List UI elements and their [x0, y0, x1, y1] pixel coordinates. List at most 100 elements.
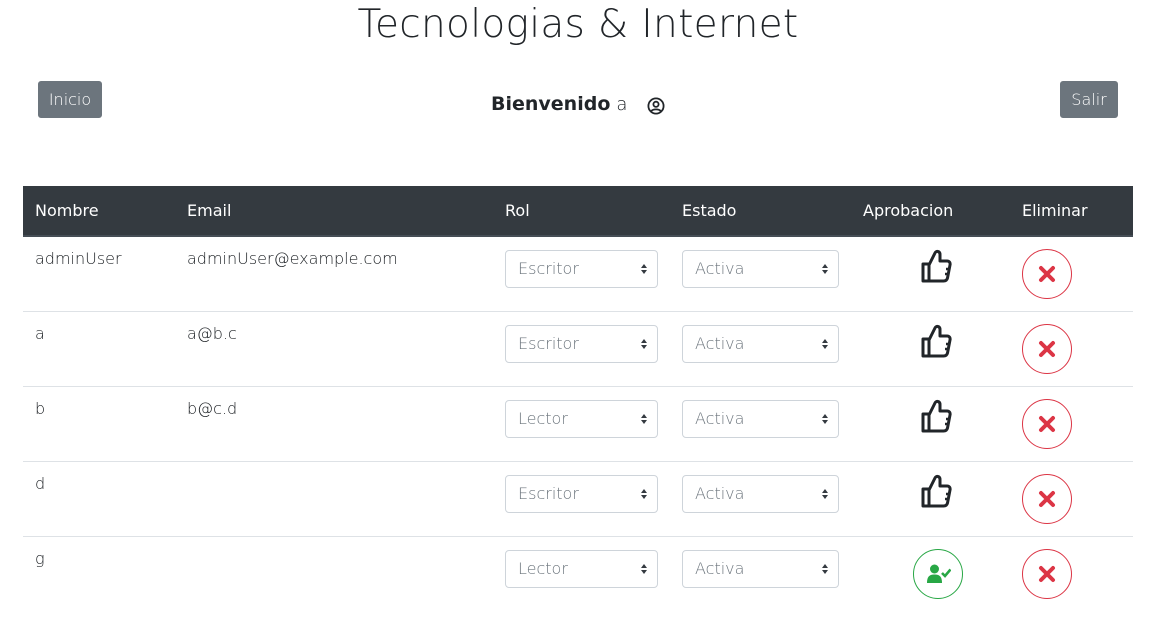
close-icon [1039, 266, 1055, 282]
role-select-value: Escritor [518, 483, 579, 503]
status-select[interactable]: Activa [682, 549, 839, 588]
column-header-aprobacion: Aprobacion [851, 186, 1010, 237]
cell-rol: Escritor [493, 310, 670, 386]
user-email: a@b.c [187, 323, 237, 343]
user-name: a [35, 323, 45, 343]
sort-arrows-icon [641, 338, 647, 349]
cell-email [175, 460, 493, 536]
status-select[interactable]: Activa [682, 399, 839, 438]
sort-arrows-icon [641, 413, 647, 424]
cell-eliminar [1010, 460, 1133, 536]
role-select[interactable]: Lector [505, 549, 658, 588]
sort-arrows-icon [822, 413, 828, 424]
cell-estado: Activa [670, 460, 851, 536]
user-email: b@c.d [187, 398, 238, 418]
cell-eliminar [1010, 310, 1133, 386]
status-select-value: Activa [695, 483, 745, 503]
role-select-value: Escritor [518, 259, 579, 278]
cell-estado: Activa [670, 535, 851, 611]
thumbs-up-icon[interactable] [919, 399, 953, 435]
cell-estado: Activa [670, 310, 851, 386]
cell-rol: Escritor [493, 236, 670, 311]
cell-estado: Activa [670, 385, 851, 461]
status-select-value: Activa [695, 333, 745, 353]
cell-rol: Lector [493, 535, 670, 611]
cell-aprobacion [851, 236, 1010, 311]
user-name: g [35, 548, 45, 568]
user-circle-icon[interactable] [647, 97, 665, 115]
cell-nombre: g [23, 535, 175, 611]
column-header-email: Email [175, 186, 493, 237]
cell-nombre: d [23, 460, 175, 536]
table-header-row: Nombre Email Rol Estado Aprobacion Elimi… [23, 186, 1133, 237]
delete-button[interactable] [1022, 323, 1072, 374]
cell-aprobacion [851, 535, 1010, 611]
sort-arrows-icon [822, 488, 828, 499]
delete-button[interactable] [1022, 398, 1072, 449]
column-header-rol: Rol [493, 186, 670, 237]
thumbs-up-icon[interactable] [919, 324, 953, 360]
role-select[interactable]: Lector [505, 399, 658, 438]
cell-eliminar [1010, 535, 1133, 611]
user-email: adminUser@example.com [187, 249, 398, 268]
logout-button[interactable]: Salir [1060, 81, 1118, 118]
table-row: adminUser adminUser@example.com Escritor… [23, 236, 1133, 311]
user-name: adminUser [35, 249, 122, 268]
sort-arrows-icon [641, 563, 647, 574]
status-select-value: Activa [695, 408, 745, 428]
role-select-value: Escritor [518, 333, 579, 353]
cell-aprobacion [851, 385, 1010, 461]
table-row: d Escritor Activa [23, 460, 1133, 536]
cell-nombre: b [23, 385, 175, 461]
cell-aprobacion [851, 460, 1010, 536]
table-row: a a@b.c Escritor Activa [23, 310, 1133, 386]
cell-rol: Escritor [493, 460, 670, 536]
role-select[interactable]: Escritor [505, 474, 658, 513]
table-row: b b@c.d Lector Activa [23, 385, 1133, 461]
delete-button[interactable] [1022, 249, 1072, 299]
column-header-nombre: Nombre [23, 186, 175, 237]
role-select-value: Lector [518, 558, 568, 578]
user-check-icon [926, 564, 951, 583]
cell-email: a@b.c [175, 310, 493, 386]
cell-rol: Lector [493, 385, 670, 461]
thumbs-up-icon[interactable] [919, 474, 953, 510]
sort-arrows-icon [822, 264, 828, 274]
sort-arrows-icon [641, 264, 647, 274]
cell-eliminar [1010, 385, 1133, 461]
home-button[interactable]: Inicio [38, 81, 102, 118]
status-select-value: Activa [695, 259, 745, 278]
status-select-value: Activa [695, 558, 745, 578]
cell-aprobacion [851, 310, 1010, 386]
status-select[interactable]: Activa [682, 474, 839, 513]
cell-email [175, 535, 493, 611]
sort-arrows-icon [822, 338, 828, 349]
status-select[interactable]: Activa [682, 324, 839, 363]
cell-nombre: adminUser [23, 236, 175, 311]
cell-email: b@c.d [175, 385, 493, 461]
cell-eliminar [1010, 236, 1133, 311]
sort-arrows-icon [822, 563, 828, 574]
close-icon [1039, 565, 1055, 582]
welcome-banner: Bienvenido a [491, 90, 665, 118]
role-select-value: Lector [518, 408, 568, 428]
users-table: Nombre Email Rol Estado Aprobacion Elimi… [23, 186, 1133, 611]
cell-email: adminUser@example.com [175, 236, 493, 311]
user-name: d [35, 473, 46, 493]
role-select[interactable]: Escritor [505, 250, 658, 288]
close-icon [1039, 490, 1055, 507]
column-header-estado: Estado [670, 186, 851, 237]
user-name: b [35, 398, 46, 418]
thumbs-up-icon[interactable] [919, 249, 953, 285]
column-header-eliminar: Eliminar [1010, 186, 1133, 237]
sort-arrows-icon [641, 488, 647, 499]
welcome-username: a [616, 93, 628, 115]
approve-user-button[interactable] [912, 548, 963, 599]
delete-button[interactable] [1022, 548, 1072, 599]
page-title: Tecnologias & Internet [357, 2, 799, 47]
cell-nombre: a [23, 310, 175, 386]
delete-button[interactable] [1022, 473, 1072, 524]
role-select[interactable]: Escritor [505, 324, 658, 363]
cell-estado: Activa [670, 236, 851, 311]
status-select[interactable]: Activa [682, 250, 839, 288]
